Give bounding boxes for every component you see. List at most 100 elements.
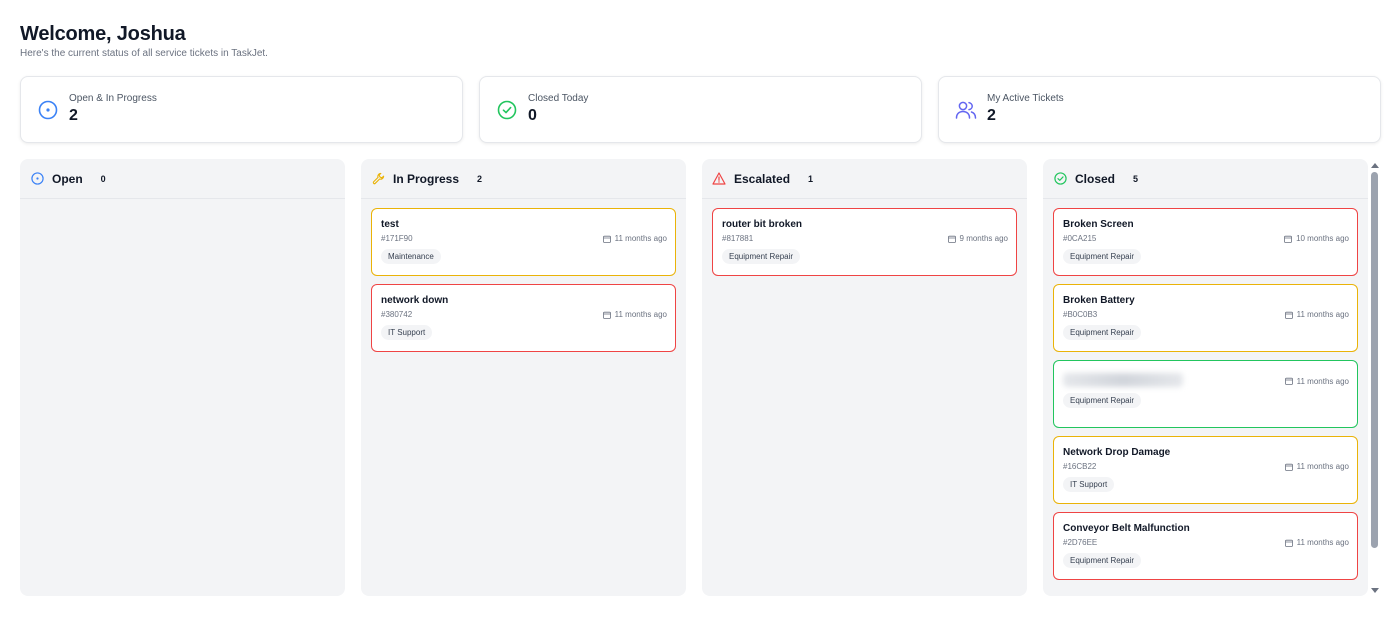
ticket-category-tag: IT Support xyxy=(1063,477,1115,492)
redacted-title xyxy=(1063,373,1183,387)
ticket-date-text: 9 months ago xyxy=(959,234,1008,243)
ticket-card[interactable]: test #171F90 11 months ago Maintenance xyxy=(371,208,676,276)
ticket-id: #817881 xyxy=(722,234,754,243)
ticket-id: #B0C0B3 xyxy=(1063,310,1098,319)
ticket-category-tag: Maintenance xyxy=(381,249,441,264)
column-count: 1 xyxy=(808,173,814,184)
ticket-category-tag: Equipment Repair xyxy=(1063,393,1142,408)
ticket-date-text: 11 months ago xyxy=(614,234,667,243)
ticket-date: 11 months ago xyxy=(602,234,667,243)
column-header: Closed 5 xyxy=(1043,159,1368,199)
calendar-icon xyxy=(1284,311,1293,319)
vertical-scrollbar[interactable] xyxy=(1370,160,1380,596)
column-count: 0 xyxy=(100,173,106,184)
calendar-icon xyxy=(602,235,611,243)
ticket-date: 9 months ago xyxy=(947,234,1008,243)
column-header: In Progress 2 xyxy=(361,159,686,199)
column-count: 5 xyxy=(1133,173,1139,184)
calendar-icon xyxy=(947,235,956,243)
target-icon xyxy=(30,172,44,186)
ticket-title: network down xyxy=(381,295,449,306)
ticket-title: Conveyor Belt Malfunction xyxy=(1063,523,1190,534)
ticket-card[interactable]: Broken Screen #0CA215 10 months ago Equi… xyxy=(1053,208,1358,276)
ticket-title: Broken Screen xyxy=(1063,219,1134,230)
calendar-icon xyxy=(602,311,611,319)
check-circle-icon xyxy=(496,99,518,121)
card-list: test #171F90 11 months ago Maintenance n… xyxy=(361,199,686,352)
calendar-icon xyxy=(1284,377,1293,385)
card-list: Broken Screen #0CA215 10 months ago Equi… xyxy=(1043,199,1368,580)
stat-label: Open & In Progress xyxy=(69,93,157,104)
column-header: Open 0 xyxy=(20,159,345,199)
ticket-card[interactable]: Network Drop Damage #16CB22 11 months ag… xyxy=(1053,436,1358,504)
column-title: Escalated xyxy=(734,171,791,186)
ticket-id: #16CB22 xyxy=(1063,462,1097,471)
stat-label: Closed Today xyxy=(528,93,589,104)
scroll-up-arrow-icon[interactable] xyxy=(1371,163,1379,168)
column-open: Open 0 xyxy=(20,159,345,596)
ticket-title: test xyxy=(381,219,399,230)
scroll-down-arrow-icon[interactable] xyxy=(1371,588,1379,593)
stat-label: My Active Tickets xyxy=(987,93,1064,104)
ticket-date: 11 months ago xyxy=(1284,538,1349,547)
ticket-date: 11 months ago xyxy=(1284,462,1349,471)
ticket-card[interactable]: Broken Battery #B0C0B3 11 months ago Equ… xyxy=(1053,284,1358,352)
ticket-card[interactable]: network down #380742 11 months ago IT Su… xyxy=(371,284,676,352)
stat-card-my-active-tickets: My Active Tickets 2 xyxy=(938,76,1381,143)
ticket-date: 11 months ago xyxy=(1284,376,1349,386)
stat-value: 2 xyxy=(69,107,78,124)
ticket-category-tag: Equipment Repair xyxy=(1063,553,1142,568)
ticket-date-text: 11 months ago xyxy=(1296,376,1349,386)
page-subtitle: Here's the current status of all service… xyxy=(20,48,268,59)
stat-value: 2 xyxy=(987,107,996,124)
ticket-category-tag: Equipment Repair xyxy=(722,249,801,264)
column-closed: Closed 5 Broken Screen #0CA215 10 months… xyxy=(1043,159,1368,596)
column-header: Escalated 1 xyxy=(702,159,1027,199)
ticket-date: 11 months ago xyxy=(602,310,667,319)
stats-row: Open & In Progress 2 Closed Today 0 My A… xyxy=(20,76,1381,143)
stat-card-open-in-progress: Open & In Progress 2 xyxy=(20,76,463,143)
calendar-icon xyxy=(1284,235,1292,243)
scroll-thumb[interactable] xyxy=(1371,172,1378,548)
ticket-date-text: 11 months ago xyxy=(1296,310,1349,319)
kanban-board: Open 0 In Progress 2 test #171F90 11 mon… xyxy=(20,159,1370,596)
column-in-progress: In Progress 2 test #171F90 11 months ago… xyxy=(361,159,686,596)
card-list xyxy=(20,199,345,208)
wrench-icon xyxy=(371,172,385,186)
ticket-id: #2D76EE xyxy=(1063,538,1098,547)
ticket-date-text: 10 months ago xyxy=(1296,234,1349,243)
column-title: Closed xyxy=(1075,171,1116,186)
ticket-id: #380742 xyxy=(381,310,413,319)
page-header: Welcome, Joshua Here's the current statu… xyxy=(20,22,268,59)
ticket-id: #0CA215 xyxy=(1063,234,1097,243)
stat-card-closed-today: Closed Today 0 xyxy=(479,76,922,143)
ticket-date: 10 months ago xyxy=(1284,234,1349,243)
stat-value: 0 xyxy=(528,107,537,124)
ticket-id: #171F90 xyxy=(381,234,413,243)
ticket-date-text: 11 months ago xyxy=(614,310,667,319)
ticket-title: Network Drop Damage xyxy=(1063,447,1171,458)
ticket-title: router bit broken xyxy=(722,219,803,230)
target-icon xyxy=(37,99,59,121)
page-title: Welcome, Joshua xyxy=(20,23,186,45)
warning-icon xyxy=(712,172,726,186)
ticket-date-text: 11 months ago xyxy=(1296,462,1349,471)
column-title: In Progress xyxy=(393,171,460,186)
calendar-icon xyxy=(1284,539,1293,547)
ticket-category-tag: Equipment Repair xyxy=(1063,249,1142,264)
ticket-category-tag: IT Support xyxy=(381,325,433,340)
column-escalated: Escalated 1 router bit broken #817881 9 … xyxy=(702,159,1027,596)
users-icon xyxy=(955,99,977,121)
ticket-category-tag: Equipment Repair xyxy=(1063,325,1142,340)
card-list: router bit broken #817881 9 months ago E… xyxy=(702,199,1027,276)
column-title: Open xyxy=(52,171,83,186)
ticket-date-text: 11 months ago xyxy=(1296,538,1349,547)
calendar-icon xyxy=(1284,463,1293,471)
column-count: 2 xyxy=(477,173,483,184)
ticket-date: 11 months ago xyxy=(1284,310,1349,319)
ticket-card[interactable]: 11 months ago Equipment Repair xyxy=(1053,360,1358,428)
check-circle-icon xyxy=(1053,172,1067,186)
ticket-card[interactable]: Conveyor Belt Malfunction #2D76EE 11 mon… xyxy=(1053,512,1358,580)
ticket-card[interactable]: router bit broken #817881 9 months ago E… xyxy=(712,208,1017,276)
ticket-title: Broken Battery xyxy=(1063,295,1135,306)
